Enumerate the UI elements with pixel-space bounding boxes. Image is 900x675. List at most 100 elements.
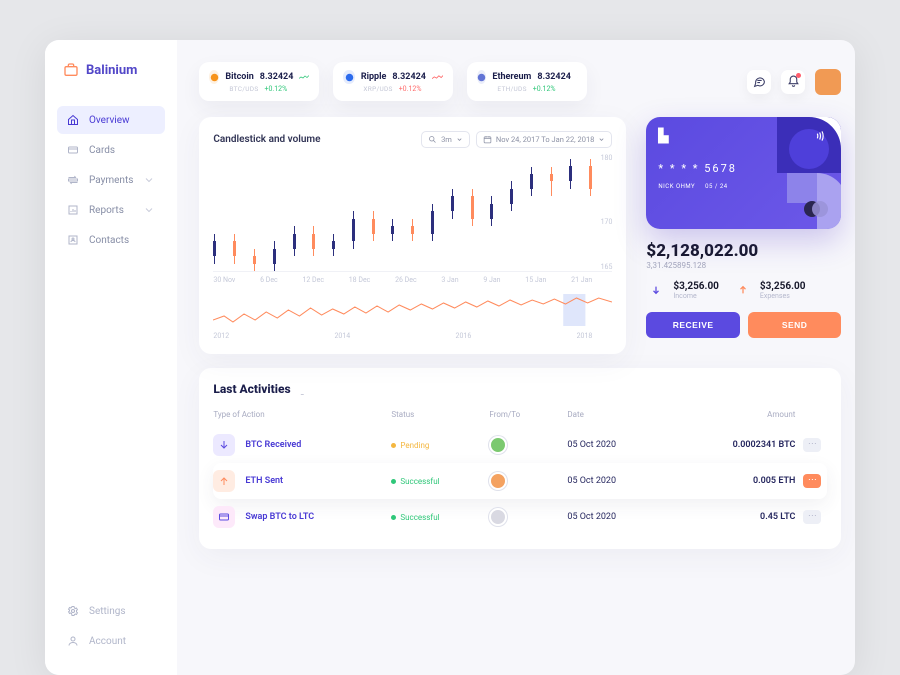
ticker-pair: XRP/UDS — [363, 85, 392, 93]
x-tick: 21 Jan — [571, 276, 592, 284]
row-menu-button[interactable]: ⋯ — [803, 474, 821, 488]
mastercard-icon — [803, 201, 829, 217]
candle — [530, 174, 533, 189]
sparkline-icon — [299, 73, 309, 82]
expense-item: $3,256.00 Expenses — [733, 280, 806, 300]
chevron-down-icon — [143, 174, 155, 186]
activity-row[interactable]: Swap BTC to LTCSuccessful05 Oct 20200.45… — [213, 499, 827, 535]
ticker-bitcoin[interactable]: Bitcoin8.32424BTC/UDS+0.12% — [199, 62, 319, 101]
expense-label: Expenses — [760, 292, 806, 300]
volume-overview[interactable] — [213, 290, 612, 330]
sidebar: Balinium Overview Cards Payments Reports Con… — [45, 40, 177, 675]
tickers: Bitcoin8.32424BTC/UDS+0.12% Ripple 8.32424… — [199, 62, 587, 101]
send-button[interactable]: SEND — [748, 312, 842, 338]
brand-name: Balinium — [86, 63, 137, 78]
notifications-button[interactable] — [781, 70, 805, 94]
coin-icon — [343, 70, 354, 84]
contact-icon — [67, 234, 79, 246]
activity-amount: 0.005 ETH — [675, 476, 795, 486]
calendar-icon — [483, 135, 492, 144]
sidebar-item-settings[interactable]: Settings — [57, 597, 165, 625]
message-icon — [753, 75, 766, 88]
activities-header: Type of Action Status From/To Date Amoun… — [213, 406, 827, 427]
nav-label: Overview — [89, 115, 130, 126]
receive-button[interactable]: RECEIVE — [646, 312, 740, 338]
row-menu-button[interactable]: ⋯ — [803, 438, 821, 452]
daterange-select[interactable]: Nov 24, 2017 To Jan 22, 2018 — [476, 131, 613, 148]
home-icon — [67, 114, 79, 126]
ticker-name: Bitcoin — [225, 72, 253, 82]
coin-icon — [477, 70, 486, 84]
candle — [312, 234, 315, 249]
ticker-price: 8.32424 — [537, 72, 571, 82]
arrow-up-icon — [738, 285, 748, 295]
income-item: $3,256.00 Income — [646, 280, 719, 300]
col-action: Type of Action — [213, 410, 383, 419]
briefcase-icon — [63, 62, 79, 78]
search-icon — [428, 135, 437, 144]
x-tick: 9 Jan — [483, 276, 500, 284]
candle — [411, 226, 414, 233]
nav-label: Contacts — [89, 235, 129, 246]
user-icon — [67, 635, 79, 647]
sidebar-item-contacts[interactable]: Contacts — [57, 226, 165, 254]
card-expiry: 05 / 24 — [705, 183, 727, 190]
timeframe-value: 3m — [441, 135, 452, 144]
row-menu-button[interactable]: ⋯ — [803, 510, 821, 524]
activity-date: 05 Oct 2020 — [567, 440, 667, 450]
sidebar-item-reports[interactable]: Reports — [57, 196, 165, 224]
col-status: Status — [391, 410, 481, 419]
expense-amount: $3,256.00 — [760, 281, 806, 292]
nfc-icon — [815, 129, 829, 143]
activities-title: Last Activities — [213, 382, 290, 396]
candle — [372, 219, 375, 234]
activity-row[interactable]: ETH SentSuccessful05 Oct 20200.005 ETH⋯ — [213, 463, 827, 499]
sidebar-item-account[interactable]: Account — [57, 627, 165, 655]
candle — [332, 241, 335, 248]
activity-action: Swap BTC to LTC — [245, 512, 314, 522]
ticker-change: +0.12% — [265, 85, 288, 93]
messages-button[interactable] — [747, 70, 771, 94]
sparkline-icon — [213, 290, 612, 330]
chart-xaxis: 30 Nov6 Dec12 Dec18 Dec26 Dec3 Jan9 Jan1… — [213, 272, 612, 290]
candlestick-chart[interactable]: 180 170 165 — [213, 154, 612, 272]
gear-icon — [67, 605, 79, 617]
x-tick: 18 Dec — [349, 276, 371, 284]
ticker-ripple[interactable]: Ripple8.32424XRP/UDS+0.12% — [333, 62, 453, 101]
minimize-icon[interactable]: - — [301, 387, 304, 401]
sidebar-item-cards[interactable]: Cards — [57, 136, 165, 164]
activity-status: Successful — [391, 513, 481, 522]
brand[interactable]: Balinium — [45, 62, 177, 106]
sidebar-item-overview[interactable]: Overview — [57, 106, 165, 134]
wallet-panel: ▙ * * * * 5678 NICK OHMY 05 / 24 $2,128,… — [646, 117, 841, 354]
chevron-down-icon — [598, 136, 605, 143]
activity-amount: 0.0002341 BTC — [675, 440, 795, 450]
balance-amount: $2,128,022.00 — [646, 241, 841, 261]
chevron-down-icon — [143, 204, 155, 216]
activity-row[interactable]: BTC ReceivedPending05 Oct 20200.0002341 … — [213, 427, 827, 463]
activity-action: ETH Sent — [245, 476, 283, 486]
ticker-name: Ripple — [361, 72, 387, 82]
ticker-ethereum[interactable]: Ethereum8.32424ETH/UDS+0.12% — [467, 62, 587, 101]
x-tick: 15 Jan — [525, 276, 546, 284]
report-icon — [67, 204, 79, 216]
timeframe-select[interactable]: 3m — [421, 131, 470, 148]
ticker-price: 8.32424 — [392, 72, 426, 82]
activity-avatar — [489, 472, 507, 490]
card-number: * * * * 5678 — [658, 162, 829, 175]
ticker-pair: ETH/UDS — [497, 85, 526, 93]
y-tick: 170 — [601, 218, 613, 226]
candle — [550, 174, 553, 181]
y-tick: 180 — [601, 154, 613, 162]
card-logo: ▙ — [658, 129, 829, 144]
ticker-name: Ethereum — [492, 72, 531, 82]
credit-card[interactable]: ▙ * * * * 5678 NICK OHMY 05 / 24 — [646, 117, 841, 229]
sidebar-item-payments[interactable]: Payments — [57, 166, 165, 194]
avatar[interactable] — [815, 69, 841, 95]
col-date: Date — [567, 410, 667, 419]
coin-icon — [209, 70, 219, 84]
nav-label: Payments — [89, 175, 133, 186]
arrow-down-icon — [651, 285, 661, 295]
candle — [510, 189, 513, 204]
overview-tick: 2014 — [334, 332, 350, 340]
